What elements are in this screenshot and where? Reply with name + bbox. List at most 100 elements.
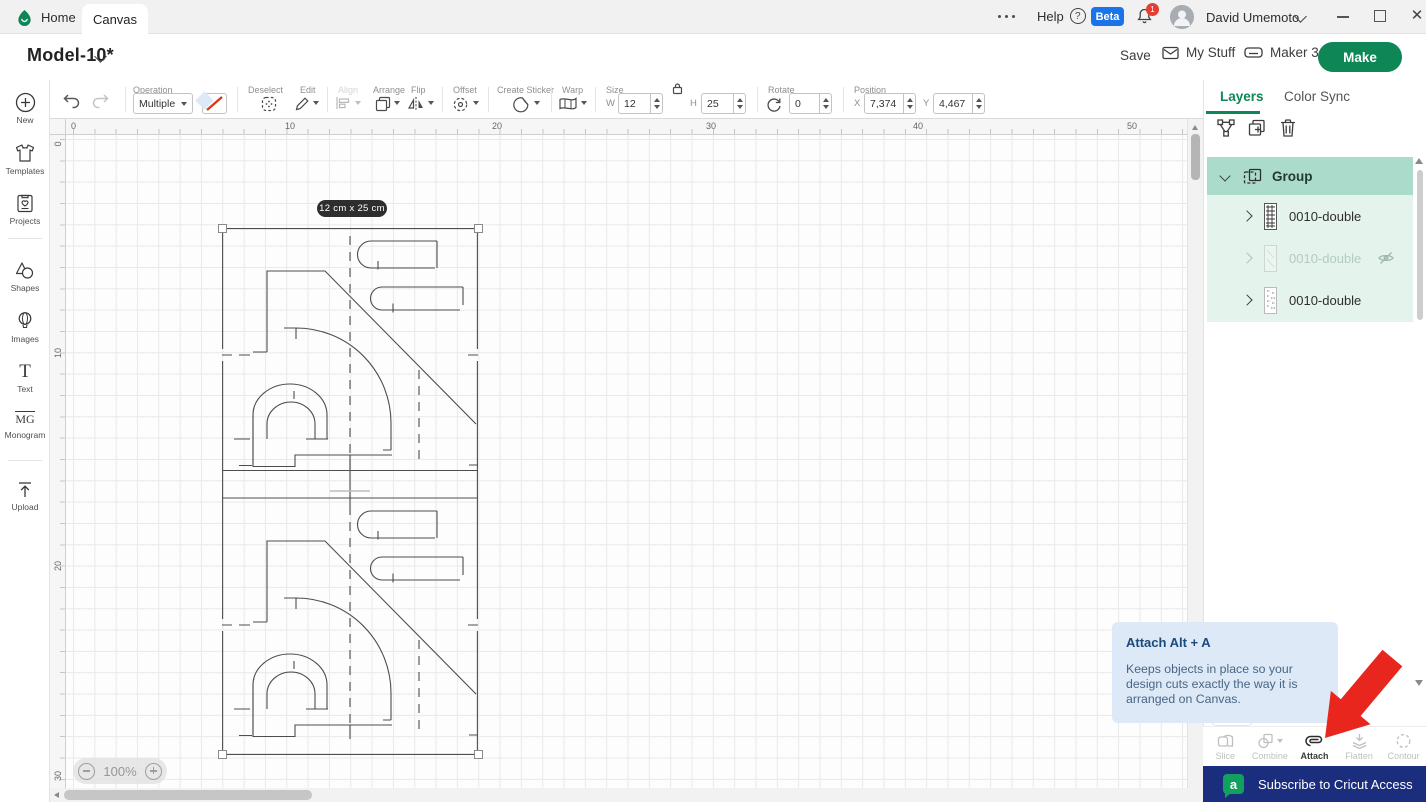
combine-button: Combine bbox=[1248, 727, 1293, 766]
rotate-input[interactable]: 0 bbox=[789, 93, 820, 114]
make-button[interactable]: Make bbox=[1318, 42, 1402, 72]
selection-handle-bottom-left[interactable] bbox=[218, 750, 227, 759]
sidebar-item-images[interactable]: Images bbox=[0, 311, 50, 344]
header-bar: Model-10* Save My Stuff Maker 3 Make bbox=[0, 34, 1426, 80]
selection-size-badge: 12 cm x 25 cm bbox=[317, 200, 387, 217]
attach-button[interactable]: Attach bbox=[1292, 727, 1337, 766]
horizontal-scrollbar[interactable] bbox=[50, 788, 1203, 802]
layer-expand-chevron-icon[interactable] bbox=[1241, 210, 1253, 222]
edit-button[interactable] bbox=[294, 96, 310, 112]
width-stepper[interactable] bbox=[651, 93, 663, 114]
active-tab-underline bbox=[1206, 111, 1260, 114]
rotate-stepper[interactable] bbox=[820, 93, 832, 114]
window-close-button[interactable]: ✕ bbox=[1408, 7, 1426, 25]
layer-expand-chevron-icon[interactable] bbox=[1241, 252, 1253, 264]
flip-caret-icon[interactable] bbox=[428, 101, 434, 105]
scroll-left-arrow-icon[interactable] bbox=[54, 792, 59, 798]
window-minimize-button[interactable] bbox=[1337, 16, 1349, 18]
ruler-corner bbox=[50, 119, 66, 135]
combine-label: Combine bbox=[1251, 750, 1288, 761]
panel-scrollbar-thumb[interactable] bbox=[1417, 170, 1423, 320]
tshirt-icon bbox=[15, 144, 35, 162]
scroll-up-arrow-icon[interactable] bbox=[1192, 125, 1198, 130]
my-stuff-button[interactable]: My Stuff bbox=[1162, 45, 1235, 60]
my-stuff-label: My Stuff bbox=[1186, 45, 1236, 60]
dropdown-caret-icon bbox=[181, 101, 187, 106]
layer-label: 0010-double bbox=[1289, 208, 1362, 224]
sidebar-item-projects[interactable]: Projects bbox=[0, 193, 50, 226]
layer-row[interactable]: 0010-double bbox=[1207, 279, 1413, 321]
machine-selector[interactable]: Maker 3 bbox=[1244, 45, 1319, 60]
ruler-number: 20 bbox=[492, 121, 503, 131]
redo-button[interactable] bbox=[90, 93, 110, 109]
horizontal-scrollbar-thumb[interactable] bbox=[64, 790, 312, 800]
avatar[interactable] bbox=[1170, 5, 1194, 29]
sidebar-item-text[interactable]: T Text bbox=[0, 362, 50, 395]
warp-button[interactable] bbox=[558, 96, 578, 111]
design-artwork[interactable] bbox=[222, 228, 478, 755]
sidebar-item-shapes[interactable]: Shapes bbox=[0, 260, 50, 293]
arrange-button[interactable] bbox=[375, 96, 391, 112]
selection-handle-top-right[interactable] bbox=[474, 224, 483, 233]
ungroup-button[interactable] bbox=[1216, 118, 1238, 140]
selection-handle-top-left[interactable] bbox=[218, 224, 227, 233]
selection-handle-bottom-right[interactable] bbox=[474, 750, 483, 759]
more-menu-icon[interactable] bbox=[998, 15, 1020, 19]
tab-color-sync[interactable]: Color Sync bbox=[1284, 89, 1350, 104]
user-name[interactable]: David Umemoto bbox=[1206, 10, 1299, 25]
tab-home[interactable]: Home bbox=[16, 0, 76, 34]
layer-group-header[interactable]: Group bbox=[1207, 157, 1413, 195]
zoom-out-button[interactable] bbox=[78, 762, 95, 780]
arrange-caret-icon[interactable] bbox=[394, 101, 400, 105]
save-button[interactable]: Save bbox=[1120, 48, 1151, 63]
y-stepper[interactable] bbox=[973, 93, 985, 114]
operation-dropdown[interactable]: Multiple bbox=[133, 93, 193, 114]
tooltip-title: Attach Alt + A bbox=[1126, 635, 1211, 650]
width-input[interactable]: 12 bbox=[618, 93, 651, 114]
notifications-button[interactable]: 1 bbox=[1136, 3, 1159, 27]
zoom-in-button[interactable] bbox=[145, 762, 162, 780]
align-icon bbox=[336, 96, 352, 110]
group-expand-chevron-icon[interactable] bbox=[1219, 170, 1231, 182]
sidebar-item-templates[interactable]: Templates bbox=[0, 143, 50, 176]
window-maximize-button[interactable] bbox=[1374, 10, 1386, 22]
deselect-icon[interactable] bbox=[261, 96, 277, 112]
create-sticker-button[interactable] bbox=[512, 96, 530, 113]
panel-scroll-down-arrow-icon[interactable] bbox=[1415, 680, 1423, 686]
height-input[interactable]: 25 bbox=[701, 93, 734, 114]
height-stepper[interactable] bbox=[734, 93, 746, 114]
lock-icon[interactable] bbox=[671, 82, 684, 95]
create-sticker-caret-icon[interactable] bbox=[534, 101, 540, 105]
ruler-number: 30 bbox=[706, 121, 717, 131]
x-input[interactable]: 7,374 bbox=[864, 93, 904, 114]
attach-label: Attach bbox=[1300, 750, 1329, 761]
sidebar-item-monogram[interactable]: MG Monogram bbox=[0, 410, 50, 440]
vertical-scrollbar-thumb[interactable] bbox=[1191, 134, 1200, 180]
tab-canvas[interactable]: Canvas bbox=[82, 4, 148, 34]
eye-slash-icon[interactable] bbox=[1377, 250, 1395, 266]
sidebar-item-upload[interactable]: Upload bbox=[0, 480, 50, 512]
layer-thumbnail bbox=[1264, 286, 1277, 314]
panel-scroll-up-arrow-icon[interactable] bbox=[1415, 158, 1423, 164]
warp-label: Warp bbox=[562, 85, 584, 95]
plus-circle-icon bbox=[15, 92, 35, 113]
delete-button[interactable] bbox=[1279, 118, 1301, 140]
layer-row-hidden[interactable]: 0010-double bbox=[1207, 237, 1413, 279]
subscribe-banner[interactable]: a Subscribe to Cricut Access bbox=[1203, 766, 1426, 802]
layer-expand-chevron-icon[interactable] bbox=[1241, 294, 1253, 306]
beta-badge: Beta bbox=[1091, 7, 1124, 26]
edit-caret-icon[interactable] bbox=[313, 101, 319, 105]
offset-caret-icon[interactable] bbox=[473, 101, 479, 105]
flip-button[interactable] bbox=[407, 96, 425, 112]
help-button[interactable]: Help ? bbox=[1037, 8, 1086, 24]
canvas-area[interactable]: 0 10 20 30 40 50 0 10 20 30 12 cm x 25 c… bbox=[50, 119, 1203, 802]
undo-button[interactable] bbox=[62, 93, 82, 109]
warp-caret-icon[interactable] bbox=[581, 101, 587, 105]
x-stepper[interactable] bbox=[904, 93, 916, 114]
layer-row[interactable]: 0010-double bbox=[1207, 195, 1413, 237]
sidebar-item-new[interactable]: New bbox=[0, 92, 50, 125]
tab-layers[interactable]: Layers bbox=[1220, 89, 1264, 104]
offset-button[interactable] bbox=[452, 96, 469, 113]
y-input[interactable]: 4,467 bbox=[933, 93, 973, 114]
duplicate-button[interactable] bbox=[1247, 118, 1269, 140]
